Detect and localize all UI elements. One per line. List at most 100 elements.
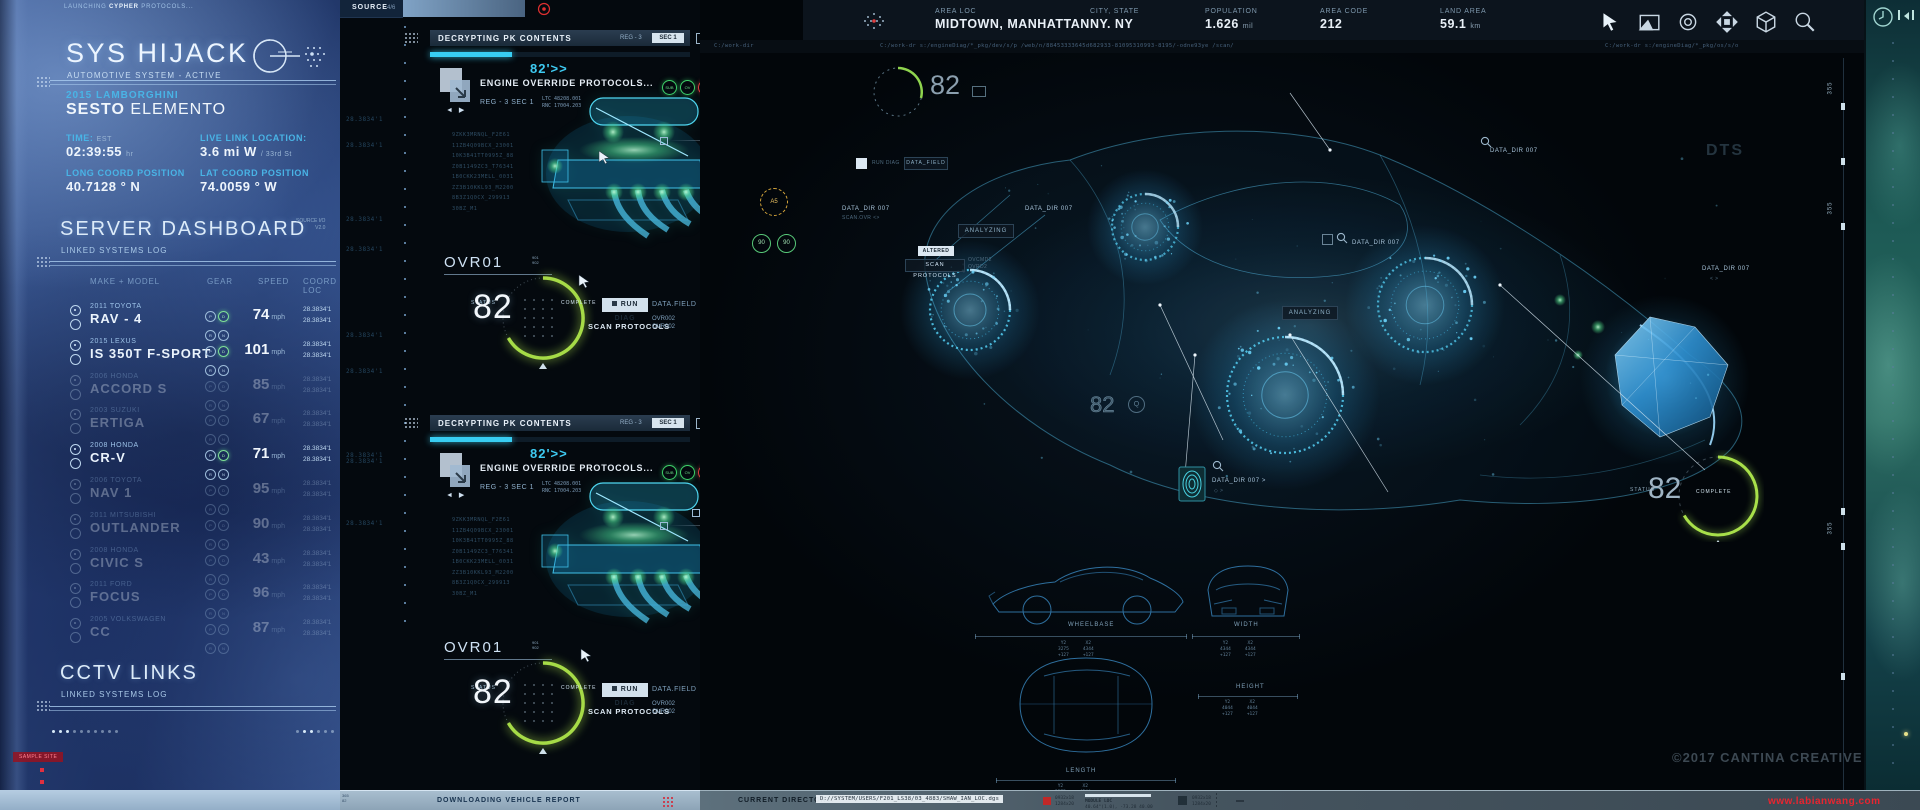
run-diag-button[interactable]: RUN DIAG (602, 298, 648, 312)
image-tool-icon[interactable] (1637, 10, 1661, 34)
decrypt-gauge: STATUS 82 COMPLETE (465, 645, 615, 765)
livelink-label: LIVE LINK LOCATION: (200, 133, 307, 143)
a5-marker: A5 (760, 188, 788, 216)
page-title: SYS HIJACK (66, 38, 249, 69)
search-icon[interactable] (1480, 136, 1492, 148)
cctv-pager-dots[interactable] (52, 720, 122, 738)
blueprint-front-view (1198, 556, 1298, 628)
ruler-tick (1841, 158, 1845, 165)
geo-stats-bar: AREA LOCMIDTOWN, MANHATTANCITY, STATENY.… (803, 0, 1920, 41)
vehicle-model: IS 350T F-SPORT (90, 346, 211, 361)
vehicle-coords: 28.3834'128.3834'1 (303, 478, 331, 500)
sec-badge[interactable]: SEC 1 (652, 418, 684, 428)
engine-visual[interactable] (538, 477, 713, 640)
panel-header[interactable]: DECRYPTING PK CONTENTS REG - 3 SEC 1 (430, 415, 690, 431)
vehicle-speed: 96mph (230, 584, 285, 601)
server-dashboard-subtitle: LINKED SYSTEMS LOG (61, 246, 167, 255)
right-sidebar (1864, 0, 1920, 810)
prev-next-arrows[interactable]: ◄ ▶ (446, 491, 466, 499)
search-icon[interactable] (1212, 460, 1224, 472)
dot-grid-decoration (36, 76, 50, 88)
search-tool-icon[interactable] (1793, 10, 1817, 34)
ovrd-label: OVRD2 (968, 264, 987, 270)
cursor-pointer-icon (578, 274, 591, 289)
fingerprint-icon[interactable] (1178, 466, 1206, 502)
run-diag-button[interactable]: RUN DIAG (602, 683, 648, 697)
data-field-chip[interactable]: DATA_FIELD (904, 157, 948, 170)
decrypt-panel-2: DECRYPTING PK CONTENTS REG - 3 SEC 1 × 8… (430, 415, 690, 720)
vehicle-coords: 28.3834'128.3834'1 (303, 408, 331, 430)
row-target-icons (70, 583, 81, 611)
file-stack-icon (438, 66, 478, 108)
cursor-tool-icon[interactable] (1598, 10, 1622, 34)
cctv-pager-dots[interactable] (296, 720, 338, 738)
mini-progress (1085, 794, 1151, 797)
vehicle-row[interactable]: 2003 SUZUKIERTIGAPDRN67mph28.3834'128.38… (0, 407, 340, 439)
move-tool-icon[interactable] (1715, 10, 1739, 34)
vehicle-row[interactable]: 2008 HONDACIVIC SPDRN43mph28.3834'128.38… (0, 547, 340, 579)
data-dir-label: DATA_DIR 007 (1702, 266, 1750, 272)
dimension-readout: Y24044+127 (1222, 700, 1233, 718)
vehicle-speed: 85mph (230, 376, 285, 393)
target-tool-icon[interactable] (1676, 10, 1700, 34)
search-icon[interactable] (1336, 232, 1348, 244)
clock-icon[interactable] (1872, 6, 1894, 28)
altered-chip[interactable]: ALTERED (918, 246, 954, 256)
red-module-icon[interactable] (1043, 797, 1051, 805)
dts-watermark: DTS (1706, 142, 1744, 160)
path-left: C:/work-dir (714, 43, 754, 49)
ruler-value: 355 (1828, 201, 1834, 214)
vertical-ruler (1843, 58, 1844, 790)
vehicle-row[interactable]: 2011 MITSUBISHIOUTLANDERPDRN90mph28.3834… (0, 512, 340, 544)
cursor-pointer-icon (580, 648, 593, 663)
col-header-make-model: MAKE + MODEL (90, 277, 160, 286)
grid-icon[interactable] (1178, 796, 1187, 805)
vehicle-row[interactable]: 2006 HONDAACCORD SPDRN85mph28.3834'128.3… (0, 373, 340, 405)
time-value: 02:39:55 hr (66, 144, 133, 159)
bottom-edge-marks: 36582 (342, 793, 349, 803)
car-gauge-complete-label: COMPLETE (1696, 489, 1732, 495)
vehicle-row[interactable]: 2011 FORDFOCUSPDRN96mph28.3834'128.3834'… (0, 581, 340, 613)
prev-next-arrows[interactable]: ◄ ▶ (446, 106, 466, 114)
row-target-icons (70, 444, 81, 472)
current-dir-path[interactable]: D://SYSTEM/USERS/F201_LS38/03_4883/SHAW_… (816, 795, 1003, 803)
vehicle-row[interactable]: 2006 TOYOTANAV 1PDRN95mph28.3834'128.383… (0, 477, 340, 509)
geo-stat-area-loc: AREA LOCMIDTOWN, MANHATTAN (935, 8, 1090, 31)
vehicle-row[interactable]: 2011 TOYOTARAV - 4PDRN74mph28.3834'128.3… (0, 303, 340, 335)
vehicle-row[interactable]: 2015 LEXUSIS 350T F-SPORTPDRN101mph28.38… (0, 338, 340, 370)
vehicle-year-make: 2006 TOYOTA (90, 477, 142, 484)
cube-tool-icon[interactable] (1754, 10, 1778, 34)
target-lock-icon (248, 32, 328, 80)
run-diag-mini-label[interactable]: RUN DIAG (872, 160, 900, 166)
dot-grid-decoration (36, 700, 50, 712)
data-dir-sub: SCAN.OVR <> (842, 215, 880, 221)
data-dir-label: DATA_DIR 007 (1490, 148, 1538, 154)
vehicle-year-make: 2008 HONDA (90, 547, 139, 554)
vehicle-year-make: 2011 TOYOTA (90, 303, 142, 310)
panel-header[interactable]: DECRYPTING PK CONTENTS REG - 3 SEC 1 (430, 30, 690, 46)
engine-visual[interactable] (538, 92, 713, 255)
boot-status-text: LAUNCHING CYPHER PROTOCOLS... (64, 4, 193, 10)
file-stack-icon (438, 451, 478, 493)
source-tab[interactable]: SOURCE4/6 (340, 0, 403, 18)
row-target-icons (70, 305, 81, 333)
vehicle-row[interactable]: 2008 HONDACR-VPDRN71mph28.3834'128.3834'… (0, 442, 340, 474)
vehicle-year-make: 2011 MITSUBISHI (90, 512, 156, 519)
target-vehicle-year: 2015 LAMBORGHINI (66, 90, 179, 101)
decrypt-percent: 82'>> (530, 61, 568, 76)
ovr-codes: OVR002OVR002 (652, 700, 675, 716)
lat-coord-label: LAT COORD POSITION (200, 168, 309, 178)
bottom-bar-right: CURRENT DIRECTORY: D://SYSTEM/USERS/F201… (700, 790, 1920, 810)
analyzing-chip-2: ANALYZING (1282, 306, 1338, 320)
decrypt-gauge: STATUS 82 COMPLETE (465, 260, 615, 380)
geo-stat-land-area: LAND AREA59.1 km (1440, 8, 1487, 31)
width-label: WIDTH (1234, 622, 1259, 628)
sec-badge[interactable]: SEC 1 (652, 33, 684, 43)
diag-box-icon[interactable] (856, 158, 867, 169)
engine-xray-image (538, 477, 713, 635)
vehicle-row[interactable]: 2005 VOLKSWAGENCCPDRN87mph28.3834'128.38… (0, 616, 340, 648)
scan-protocols-chip[interactable]: SCAN PROTOCOLS (905, 259, 965, 272)
vehicle-coords: 28.3834'128.3834'1 (303, 304, 331, 326)
sidebar-tick (1898, 10, 1900, 20)
vehicle-speed: 87mph (230, 619, 285, 636)
